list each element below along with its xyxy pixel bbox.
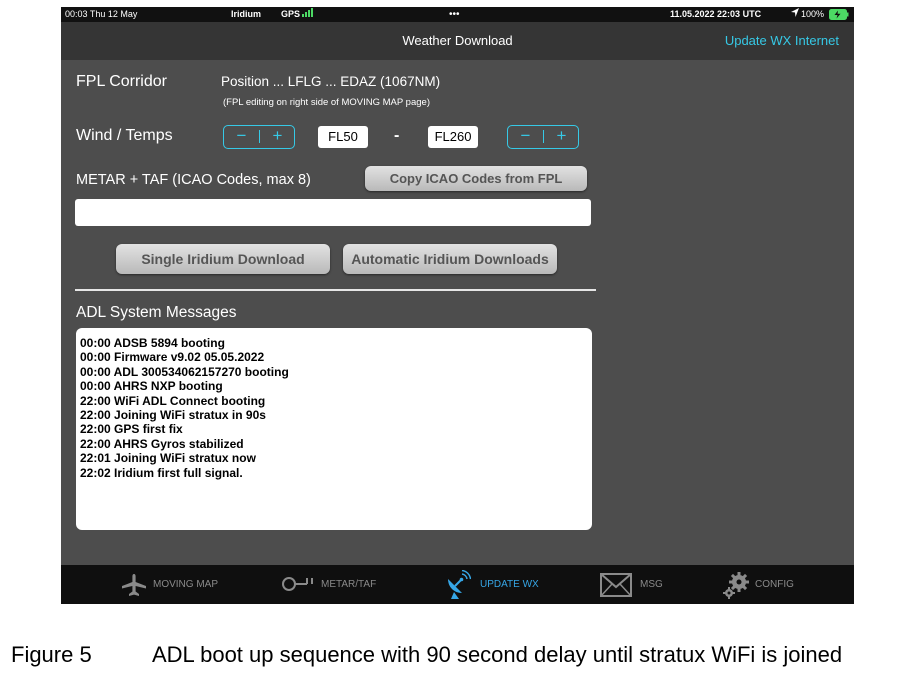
battery-percent: 100% xyxy=(801,9,825,19)
upper-flight-level: FL260 xyxy=(428,126,478,148)
tab-label: MSG xyxy=(640,579,663,590)
satellite-dish-icon xyxy=(448,570,471,599)
status-gps: GPS xyxy=(281,9,301,19)
tab-label: UPDATE WX xyxy=(480,579,539,590)
envelope-icon xyxy=(600,573,632,597)
fpl-route: Position ... LFLG ... EDAZ (1067NM) xyxy=(221,74,441,89)
tab-label: METAR/TAF xyxy=(321,579,377,590)
metar-taf-label: METAR + TAF (ICAO Codes, max 8) xyxy=(76,172,311,188)
figure-caption: ADL boot up sequence with 90 second dela… xyxy=(152,642,843,667)
section-divider xyxy=(75,289,596,291)
upper-level-minus-button[interactable]: − xyxy=(508,126,543,147)
tab-metar-taf[interactable]: METAR/TAF xyxy=(281,565,391,604)
log-line: 00:00 Firmware v9.02 05.05.2022 xyxy=(80,350,265,365)
log-line: 00:00 AHRS NXP booting xyxy=(80,379,223,394)
status-bar: 00:03 Thu 12 May Iridium GPS ••• 11.05.2… xyxy=(61,7,854,22)
tab-config[interactable]: CONFIG xyxy=(723,565,823,604)
ipad-screen: 00:03 Thu 12 May Iridium GPS ••• 11.05.2… xyxy=(61,7,854,604)
single-iridium-download-button[interactable]: Single Iridium Download xyxy=(116,244,330,274)
log-line: 22:01 Joining WiFi stratux now xyxy=(80,451,256,466)
gear-icon xyxy=(723,572,749,599)
lower-level-stepper: − + xyxy=(223,125,295,149)
log-line: 22:02 Iridium first full signal. xyxy=(80,465,243,480)
tab-label: CONFIG xyxy=(755,579,794,590)
lower-level-plus-button[interactable]: + xyxy=(260,126,295,147)
tab-bar: MOVING MAP METAR/TAF UPDATE WX MSG CONFI… xyxy=(61,565,854,604)
tab-moving-map[interactable]: MOVING MAP xyxy=(121,565,231,604)
automatic-iridium-downloads-button[interactable]: Automatic Iridium Downloads xyxy=(343,244,557,274)
log-line: 22:00 AHRS Gyros stabilized xyxy=(80,436,244,451)
status-time-date: 00:03 Thu 12 May xyxy=(65,9,138,19)
log-line: 22:00 Joining WiFi stratux in 90s xyxy=(80,408,266,423)
tab-update-wx[interactable]: UPDATE WX xyxy=(445,565,555,604)
nav-bar: Weather Download Update WX Internet xyxy=(61,22,854,60)
status-utc: 11.05.2022 22:03 UTC xyxy=(670,9,762,19)
wind-temps-label: Wind / Temps xyxy=(76,127,173,144)
adl-messages-log[interactable]: 00:00 ADSB 5894 booting 00:00 Firmware v… xyxy=(76,328,592,530)
location-arrow-icon xyxy=(791,7,799,22)
lower-flight-level: FL50 xyxy=(318,126,368,148)
multitask-dots[interactable]: ••• xyxy=(449,7,460,22)
fpl-note: (FPL editing on right side of MOVING MAP… xyxy=(223,97,430,108)
tab-msg[interactable]: MSG xyxy=(600,565,690,604)
fpl-corridor-label: FPL Corridor xyxy=(76,73,167,90)
icao-codes-input[interactable] xyxy=(75,199,591,226)
log-line: 00:00 ADL 300534062157270 booting xyxy=(80,364,289,379)
log-line: 22:00 GPS first fix xyxy=(80,422,183,437)
copy-icao-codes-button[interactable]: Copy ICAO Codes from FPL xyxy=(365,166,587,191)
level-range-dash: - xyxy=(394,127,400,144)
upper-level-plus-button[interactable]: + xyxy=(544,126,579,147)
tab-label: MOVING MAP xyxy=(153,579,219,590)
upper-level-stepper: − + xyxy=(507,125,579,149)
gps-signal-icon xyxy=(302,7,314,22)
log-line: 22:00 WiFi ADL Connect booting xyxy=(80,393,266,408)
lower-level-minus-button[interactable]: − xyxy=(224,126,259,147)
adl-messages-title: ADL System Messages xyxy=(76,304,237,321)
windsock-icon xyxy=(282,577,313,591)
figure-number: Figure 5 xyxy=(11,642,92,667)
status-network: Iridium xyxy=(231,9,262,19)
update-wx-internet-button[interactable]: Update WX Internet xyxy=(725,22,839,60)
airplane-icon xyxy=(122,574,146,596)
log-line: 00:00 ADSB 5894 booting xyxy=(80,336,225,350)
